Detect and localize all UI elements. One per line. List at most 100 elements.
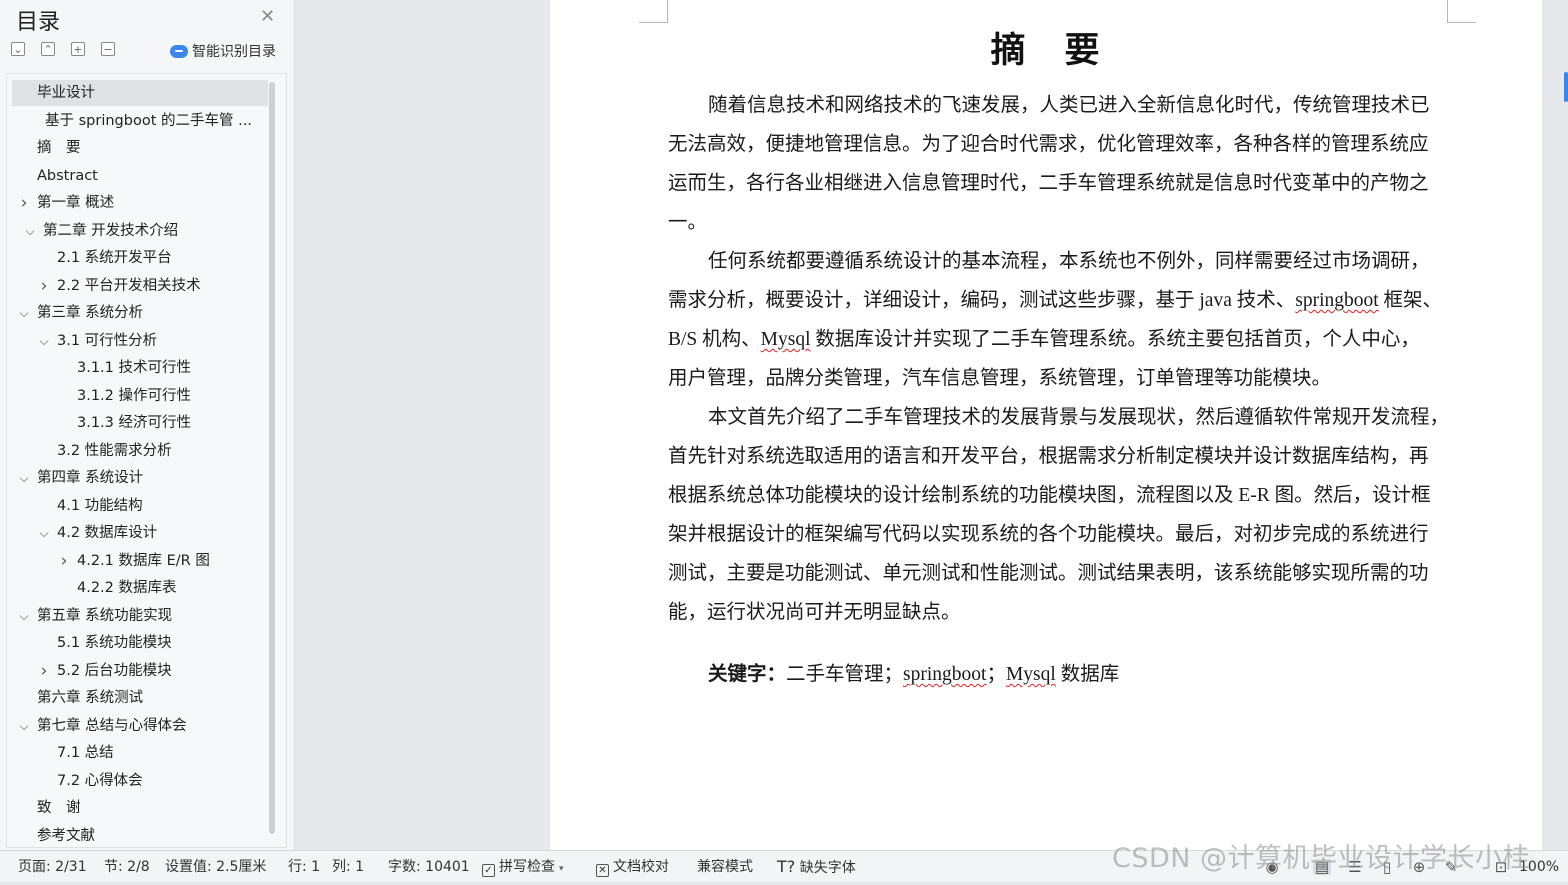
smart-toc-button[interactable]: 智能识别目录 [170,41,276,61]
chevron-down-icon[interactable]: ⌵ [17,465,31,491]
chevron-down-icon[interactable]: ⌵ [17,603,31,629]
text-run: 数据库设计并实现了二手车管理系统。系统主要包括首页，个人中心， [810,329,1420,350]
toc-item[interactable]: 7.2 心得体会 [7,768,269,794]
zoom-level[interactable]: 100% [1519,851,1559,883]
outline-view-icon[interactable]: ☰ [1346,859,1364,875]
toc-item-label: 5.1 系统功能模块 [57,635,172,651]
toc-item[interactable]: ⌵ 第三章 系统分析 [7,300,269,326]
document-page[interactable]: 摘 要 随着信息技术和网络技术的飞速发展，人类已进入全新信息化时代，传统管理技术… [550,0,1542,850]
paragraph-line: 架并根据设计的框架编写代码以实现系统的各个功能模块。最后，对初步完成的系统进行 [668,517,1429,546]
status-col[interactable]: 列: 1 [332,851,364,883]
toc-item-label: 第五章 系统功能实现 [37,607,173,624]
toc-item-label: 3.1 可行性分析 [57,332,158,349]
toc-item-label: 4.2.2 数据库表 [77,580,177,596]
toc-item[interactable]: 致 谢 [7,795,269,821]
paragraph-line: 一。 [668,205,707,234]
web-view-icon[interactable]: ⊕ [1410,859,1428,875]
status-page[interactable]: 页面: 2/31 [18,851,87,883]
toc-item-label: 第三章 系统分析 [37,305,144,321]
toc-item[interactable]: ⌵ 第七章 总结与心得体会 [7,713,269,739]
fit-page-icon[interactable]: ⊡ [1492,859,1510,875]
toc-item-label: 摘 要 [37,140,81,156]
chevron-down-icon[interactable]: ⌵ [37,520,51,546]
status-setting[interactable]: 设置值: 2.5厘米 [165,851,266,883]
eye-icon[interactable]: ◉ [1263,859,1281,875]
chevron-right-icon[interactable]: › [17,190,31,216]
paragraph-line: 任何系统都要遵循系统设计的基本流程，本系统也不例外，同样需要经过市场调研， [708,244,1430,273]
toc-item[interactable]: 5.1 系统功能模块 [7,630,269,656]
paragraph-line: 根据系统总体功能模块的设计绘制系统的功能模块图，流程图以及 E-R 图。然后，设… [668,478,1431,507]
toc-item[interactable]: ⌵ 4.2 数据库设计 [7,520,269,546]
toc-item[interactable]: 第六章 系统测试 [7,685,269,711]
chevron-right-icon[interactable]: › [57,548,71,574]
toc-item[interactable]: ⌵ 第五章 系统功能实现 [7,603,269,629]
toc-list: 毕业设计 基于 springboot 的二手车管 ... 摘 要 Abstract › 第… [6,73,287,848]
toc-item[interactable]: ⌵ 3.1 可行性分析 [7,328,269,354]
paragraph-line: 测试，主要是功能测试、单元测试和性能测试。测试结果表明，该系统能够实现所需的功 [668,556,1429,585]
toc-item[interactable]: 3.1.3 经济可行性 [7,410,269,436]
reading-mode-icon[interactable]: ▯ [1378,859,1396,875]
compat-mode[interactable]: 兼容模式 [697,851,753,883]
toc-item[interactable]: Abstract [7,163,269,189]
toc-item-label: 致 谢 [37,800,81,816]
paragraph-line: 本文首先介绍了二手车管理技术的发展背景与发展现状，然后遵循软件常规开发流程， [708,400,1449,429]
close-icon[interactable]: ✕ [260,6,275,27]
status-word-count[interactable]: 字数: 10401 [388,851,470,883]
page-view-icon[interactable]: ▤ [1313,859,1331,875]
toc-item[interactable]: 3.2 性能需求分析 [7,438,269,464]
toc-item[interactable]: ⌵ 第二章 开发技术介绍 [7,218,269,244]
add-heading-icon[interactable]: + [71,42,85,56]
toc-title: 目录 [16,10,61,35]
toc-item-label: 7.1 总结 [57,745,114,761]
paragraph-line: 随着信息技术和网络技术的飞速发展，人类已进入全新信息化时代，传统管理技术已 [708,88,1430,117]
toc-item[interactable]: ⌵ 第四章 系统设计 [7,465,269,491]
keyword-text: ； [986,664,1006,685]
toc-item[interactable]: 7.1 总结 [7,740,269,766]
toc-item-label: 第六章 系统测试 [37,690,144,706]
text-run: 框架、 [1378,290,1443,311]
chevron-down-icon[interactable]: ⌵ [17,300,31,326]
toc-item[interactable]: 毕业设计 [12,80,268,106]
toc-item[interactable]: 摘 要 [7,135,269,161]
toc-item[interactable]: › 4.2.1 数据库 E/R 图 [7,548,269,574]
toc-item-label: 3.1.2 操作可行性 [77,387,192,404]
proofread-label: 文档校对 [613,859,669,875]
status-section[interactable]: 节: 2/8 [104,851,150,883]
spell-check-button[interactable]: ✓ 拼写检查 ▾ [482,851,564,883]
status-row[interactable]: 行: 1 [288,851,320,883]
toc-item[interactable]: › 2.2 平台开发相关技术 [7,273,269,299]
toc-item[interactable]: 4.1 功能结构 [7,493,269,519]
chevron-down-icon[interactable]: ⌵ [17,713,31,739]
text-run: 需求分析，概要设计，详细设计，编码，测试这些步骤，基于 java 技术、 [668,290,1296,311]
toc-item[interactable]: 2.1 系统开发平台 [7,245,269,271]
font-icon: T? [777,857,796,876]
paragraph-line: 需求分析，概要设计，详细设计，编码，测试这些步骤，基于 java 技术、spri… [668,283,1442,312]
text-run: 架并根据设计的框架编写代码以实现系统的各个功能模块。最后，对初步完成的系统进行 [668,524,1429,545]
toc-item[interactable]: 参考文献 [7,823,269,848]
toc-scrollbar[interactable] [269,82,275,834]
pen-icon[interactable]: ✎ [1442,859,1460,875]
toc-item-label: 毕业设计 [37,85,95,101]
chevron-right-icon[interactable]: › [37,658,51,684]
toc-item[interactable]: 基于 springboot 的二手车管 ... [7,108,269,134]
toc-item[interactable]: 4.2.2 数据库表 [7,575,269,601]
toc-item-label: 4.1 功能结构 [57,497,143,514]
toc-item-label: 参考文献 [37,827,95,844]
toc-item[interactable]: › 第一章 概述 [7,190,269,216]
proofread-button[interactable]: ✕ 文档校对 [596,851,669,883]
missing-font-label: 缺失字体 [799,860,856,876]
toc-item[interactable]: 3.1.1 技术可行性 [7,355,269,381]
chevron-right-icon[interactable]: › [37,273,51,299]
toc-item[interactable]: › 5.2 后台功能模块 [7,658,269,684]
missing-font-button[interactable]: T? 缺失字体 [777,851,856,883]
chevron-down-icon[interactable]: ⌵ [37,328,51,354]
side-tab[interactable] [1564,72,1568,102]
toc-item-label: 基于 springboot 的二手车管 ... [45,112,252,129]
chevron-down-icon[interactable]: ⌵ [23,218,37,244]
remove-heading-icon[interactable]: − [101,42,115,56]
spell-error-word: springboot [1295,290,1379,311]
collapse-all-icon[interactable]: ⌄ [11,42,25,56]
toc-item[interactable]: 3.1.2 操作可行性 [7,383,269,409]
text-run: 测试，主要是功能测试、单元测试和性能测试。测试结果表明，该系统能够实现所需的功 [668,563,1429,584]
expand-up-icon[interactable]: ⌃ [41,42,55,56]
